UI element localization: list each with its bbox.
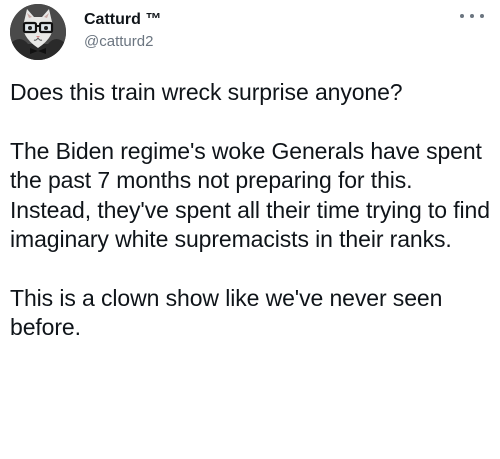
avatar[interactable] [10,4,66,60]
tweet-paragraph: The Biden regime's woke Generals have sp… [10,137,490,253]
display-name[interactable]: Catturd ™ [84,10,161,30]
more-dot [480,14,484,18]
user-handle[interactable]: @catturd2 [84,32,161,52]
more-dot [470,14,474,18]
cat-avatar-icon [10,4,66,60]
ellipsis-icon[interactable] [460,10,484,22]
tweet-paragraph: This is a clown show like we've never se… [10,284,443,341]
tweet-paragraph: Does this train wreck surprise anyone? [10,79,403,105]
tweet-header: Catturd ™ @catturd2 [10,4,490,60]
tweet-text: Does this train wreck surprise anyone? T… [10,78,490,343]
tweet-card: Catturd ™ @catturd2 Does this train wrec… [0,0,500,459]
author-info[interactable]: Catturd ™ @catturd2 [84,10,161,52]
more-dot [460,14,464,18]
